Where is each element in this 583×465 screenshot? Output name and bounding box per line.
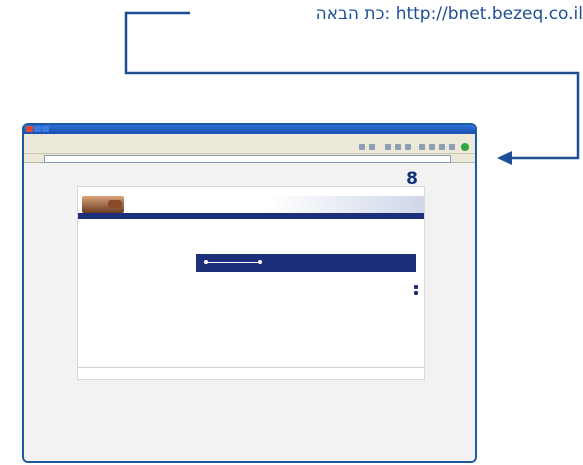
- mail-icon[interactable]: [369, 144, 375, 150]
- caption-url: http://bnet.bezeq.co.il: [395, 4, 583, 24]
- window-close-icon[interactable]: [26, 126, 33, 132]
- stop-icon[interactable]: [439, 144, 445, 150]
- address-bar: [24, 154, 475, 163]
- window-maximize-icon[interactable]: [34, 126, 41, 132]
- menu-bar: [24, 134, 475, 141]
- page-title-strip: [78, 213, 424, 219]
- window-minimize-icon[interactable]: [42, 126, 49, 132]
- caption: כת הבאה: http://bnet.bezeq.co.il: [0, 2, 583, 28]
- link-arrow-icon: [414, 291, 418, 295]
- bezeq-logo: 8: [406, 169, 418, 189]
- page-viewport: 8: [24, 163, 475, 461]
- title-bar: [24, 125, 475, 134]
- address-input[interactable]: [44, 155, 451, 163]
- search-icon[interactable]: [405, 144, 411, 150]
- history-icon[interactable]: [385, 144, 391, 150]
- progress-box: [196, 254, 416, 272]
- header-banner: [78, 196, 424, 213]
- arrow-pointer-icon: [497, 151, 512, 165]
- refresh-icon[interactable]: [429, 144, 435, 150]
- page-footer-divider: [78, 367, 424, 368]
- web-page: 8: [77, 171, 425, 380]
- progress-end-knob: [258, 260, 262, 264]
- favorites-icon[interactable]: [395, 144, 401, 150]
- home-icon[interactable]: [419, 144, 425, 150]
- browser-window: 8: [22, 123, 477, 463]
- caption-label: כת הבאה:: [315, 4, 391, 24]
- banner-photo-detail: [108, 200, 122, 208]
- link-arrow-icon: [414, 285, 418, 289]
- link-item[interactable]: [414, 291, 418, 295]
- progress-start-knob: [204, 260, 208, 264]
- print-icon[interactable]: [359, 144, 365, 150]
- toolbar: [24, 141, 475, 154]
- link-item[interactable]: [414, 285, 418, 289]
- back-icon[interactable]: [461, 143, 469, 151]
- progress-track: [206, 262, 262, 263]
- forward-icon[interactable]: [449, 144, 455, 150]
- window-controls[interactable]: [26, 126, 49, 132]
